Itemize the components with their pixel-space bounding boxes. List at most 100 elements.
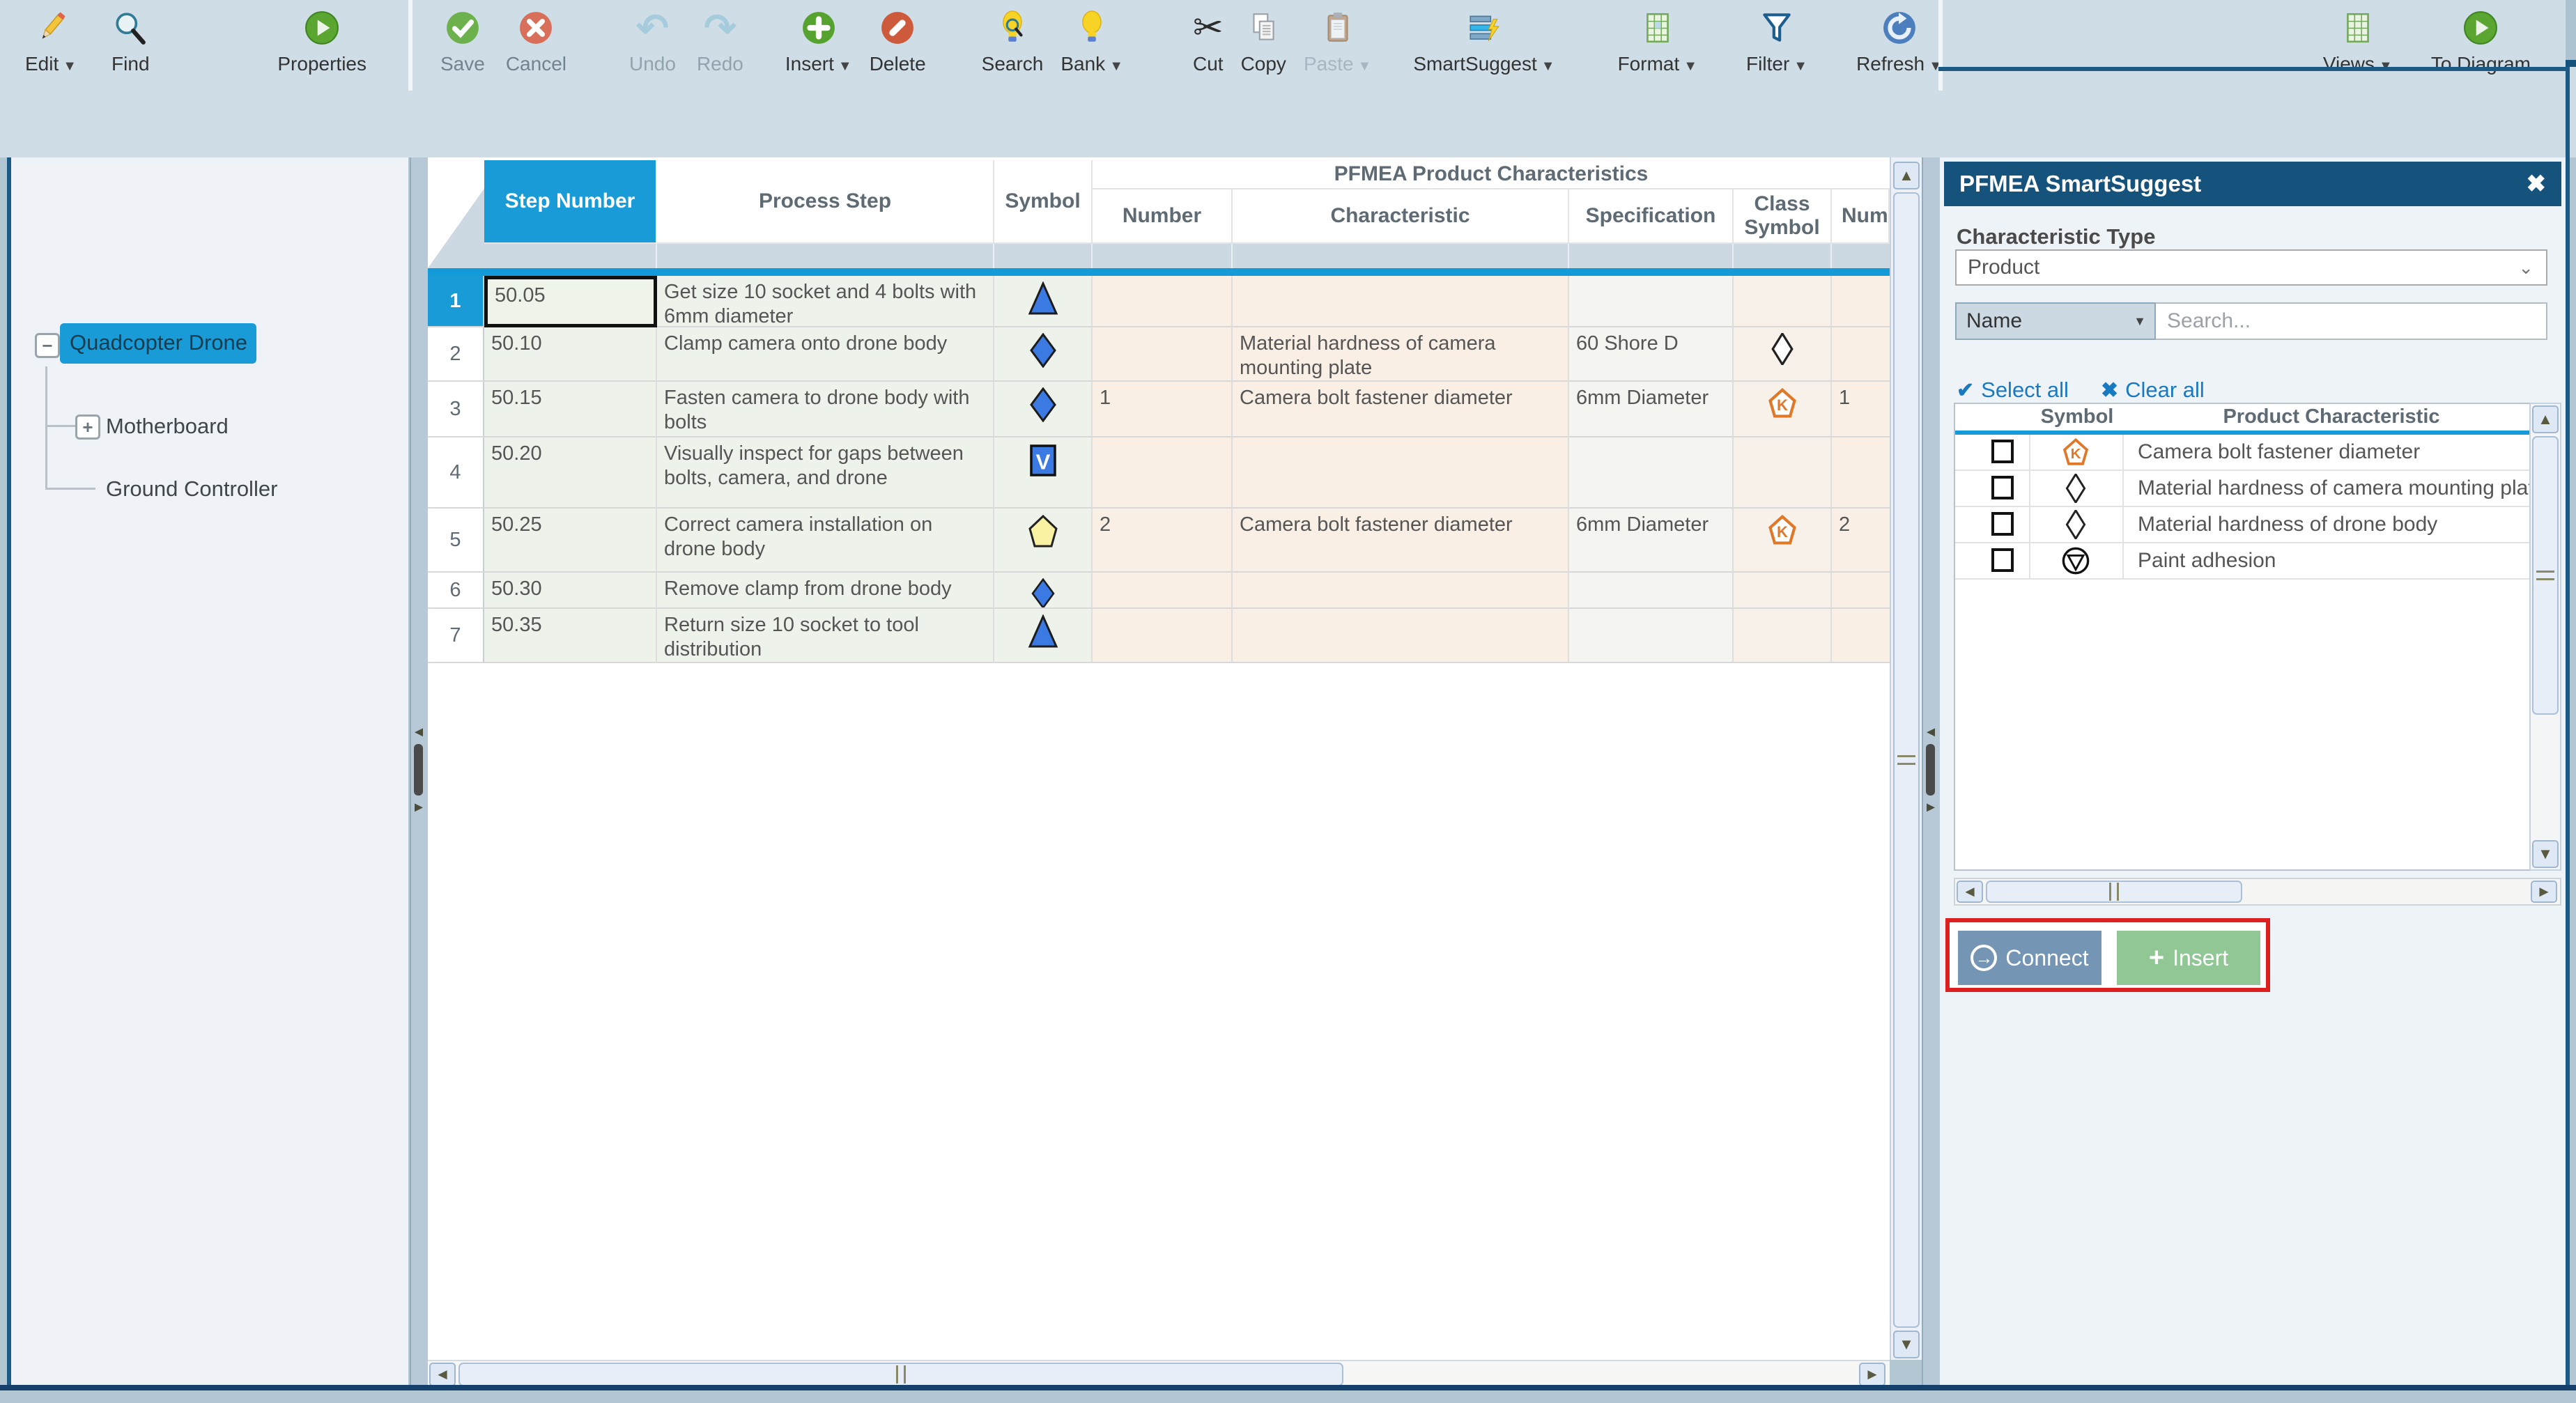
cell-symbol[interactable] — [994, 573, 1093, 609]
cell-number-2[interactable] — [1832, 276, 1890, 327]
refresh-button[interactable]: Refresh▼ — [1856, 7, 1943, 75]
list-item[interactable]: Material hardness of camera mounting pla… — [1955, 471, 2533, 507]
collapse-expander-icon[interactable]: − — [35, 333, 60, 358]
cell-number-2[interactable] — [1832, 437, 1890, 509]
cell-process-step[interactable]: Get size 10 socket and 4 bolts with 6mm … — [657, 276, 994, 327]
undo-button[interactable]: ↶ Undo — [629, 7, 676, 75]
cell-characteristic[interactable]: Material hardness of camera mounting pla… — [1233, 327, 1569, 382]
tree-node-ground-controller[interactable]: Ground Controller — [106, 476, 277, 502]
copy-button[interactable]: Copy — [1241, 7, 1286, 75]
cell-number[interactable] — [1093, 327, 1233, 382]
cell-number[interactable] — [1093, 437, 1233, 509]
table-row[interactable]: 1 50.05 Get size 10 socket and 4 bolts w… — [428, 276, 1890, 327]
product-characteristic-column-header[interactable]: Product Characteristic — [2136, 405, 2527, 428]
table-row[interactable]: 4 50.20 Visually inspect for gaps betwee… — [428, 437, 1890, 509]
cell-symbol[interactable] — [994, 509, 1093, 573]
cell-process-step[interactable]: Remove clamp from drone body — [657, 573, 994, 609]
cell-step-number[interactable]: 50.15 — [484, 382, 657, 437]
cell-specification[interactable]: 6mm Diameter — [1569, 382, 1734, 437]
collapse-left-icon[interactable]: ◄ — [412, 724, 426, 741]
scroll-right-button[interactable]: ► — [1859, 1363, 1885, 1386]
search-field-select[interactable]: Name ▼ — [1955, 302, 2156, 340]
characteristic-type-select[interactable]: Product ⌄ — [1955, 249, 2547, 286]
scrollbar-thumb[interactable] — [1893, 192, 1920, 1328]
row-number[interactable]: 5 — [428, 509, 484, 573]
cell-number[interactable] — [1093, 276, 1233, 327]
cell-process-step[interactable]: Fasten camera to drone body with bolts — [657, 382, 994, 437]
scrollbar-thumb[interactable] — [2532, 436, 2559, 715]
tree-node-motherboard[interactable]: Motherboard — [106, 414, 229, 439]
table-vertical-scrollbar[interactable]: ▲ ▼ — [1890, 157, 1923, 1360]
scrollbar-thumb[interactable] — [458, 1363, 1343, 1386]
filter-cell[interactable] — [1734, 244, 1832, 268]
cell-class-symbol[interactable] — [1734, 276, 1832, 327]
cell-class-symbol[interactable] — [1734, 609, 1832, 663]
cut-button[interactable]: ✂ Cut — [1193, 7, 1224, 75]
filter-cell[interactable] — [1233, 244, 1569, 268]
cell-step-number[interactable]: 50.20 — [484, 437, 657, 509]
table-row[interactable]: 2 50.10 Clamp camera onto drone body Mat… — [428, 327, 1890, 382]
cell-symbol[interactable] — [994, 276, 1093, 327]
cell-characteristic[interactable] — [1233, 609, 1569, 663]
expand-right-icon[interactable]: ► — [412, 800, 426, 816]
cell-process-step[interactable]: Visually inspect for gaps between bolts,… — [657, 437, 994, 509]
find-button[interactable]: Find — [111, 7, 149, 75]
cell-step-number[interactable]: 50.30 — [484, 573, 657, 609]
cell-process-step[interactable]: Clamp camera onto drone body — [657, 327, 994, 382]
row-number[interactable]: 6 — [428, 573, 484, 609]
scroll-left-button[interactable]: ◄ — [1957, 881, 1983, 903]
cell-step-number[interactable]: 50.25 — [484, 509, 657, 573]
scrollbar-thumb[interactable] — [1986, 881, 2242, 903]
edit-button[interactable]: Edit▼ — [25, 7, 77, 75]
cell-class-symbol[interactable]: K — [1734, 382, 1832, 437]
column-header-step-number[interactable]: Step Number — [484, 160, 657, 244]
expand-right-icon[interactable]: ► — [1924, 800, 1938, 816]
cell-number[interactable] — [1093, 609, 1233, 663]
checkbox[interactable] — [1991, 548, 2014, 572]
insert-button[interactable]: + Insert — [2117, 931, 2260, 985]
list-item[interactable]: K Camera bolt fastener diameter — [1955, 435, 2533, 471]
scroll-up-button[interactable]: ▲ — [2532, 405, 2559, 433]
list-vertical-scrollbar[interactable]: ▲ ▼ — [2529, 403, 2561, 871]
cell-number[interactable]: 2 — [1093, 509, 1233, 573]
smartsuggest-button[interactable]: SmartSuggest▼ — [1413, 7, 1555, 75]
filter-cell[interactable] — [657, 244, 994, 268]
cell-number-2[interactable]: 1 — [1832, 382, 1890, 437]
column-header-characteristic[interactable]: Characteristic — [1233, 189, 1569, 244]
redo-button[interactable]: ↷ Redo — [697, 7, 743, 75]
row-number[interactable]: 7 — [428, 609, 484, 663]
tree-splitter[interactable]: ◄ ► — [410, 157, 429, 1385]
panel-splitter[interactable]: ◄ ► — [1922, 157, 1941, 1385]
close-icon[interactable]: ✖ — [2527, 170, 2562, 198]
cell-specification[interactable] — [1569, 609, 1734, 663]
scroll-up-button[interactable]: ▲ — [1893, 162, 1920, 189]
row-number[interactable]: 3 — [428, 382, 484, 437]
scroll-right-button[interactable]: ► — [2531, 881, 2557, 903]
splitter-handle[interactable] — [414, 744, 423, 796]
cell-characteristic[interactable]: Camera bolt fastener diameter — [1233, 509, 1569, 573]
cell-symbol[interactable] — [994, 609, 1093, 663]
to-diagram-button[interactable]: To Diagram — [2431, 7, 2531, 75]
format-button[interactable]: Format▼ — [1618, 7, 1697, 75]
cell-specification[interactable] — [1569, 276, 1734, 327]
filter-cell[interactable] — [994, 244, 1093, 268]
cell-characteristic[interactable]: Camera bolt fastener diameter — [1233, 382, 1569, 437]
column-header-specification[interactable]: Specification — [1569, 189, 1734, 244]
symbol-column-header[interactable]: Symbol — [2032, 405, 2122, 428]
list-item[interactable]: Material hardness of drone body — [1955, 507, 2533, 543]
expand-expander-icon[interactable]: + — [75, 414, 100, 440]
column-header-symbol[interactable]: Symbol — [994, 160, 1093, 244]
cell-number[interactable] — [1093, 573, 1233, 609]
cell-number-2[interactable] — [1832, 609, 1890, 663]
splitter-handle[interactable] — [1926, 744, 1935, 796]
cell-characteristic[interactable] — [1233, 573, 1569, 609]
cell-characteristic[interactable] — [1233, 276, 1569, 327]
scroll-down-button[interactable]: ▼ — [2532, 840, 2559, 868]
column-header-number[interactable]: Number — [1093, 189, 1233, 244]
filter-cell[interactable] — [1093, 244, 1233, 268]
collapse-left-icon[interactable]: ◄ — [1924, 724, 1938, 741]
cell-process-step[interactable]: Correct camera installation on drone bod… — [657, 509, 994, 573]
cell-class-symbol[interactable] — [1734, 327, 1832, 382]
search-input[interactable]: Search... — [2156, 302, 2547, 340]
cell-specification[interactable] — [1569, 437, 1734, 509]
